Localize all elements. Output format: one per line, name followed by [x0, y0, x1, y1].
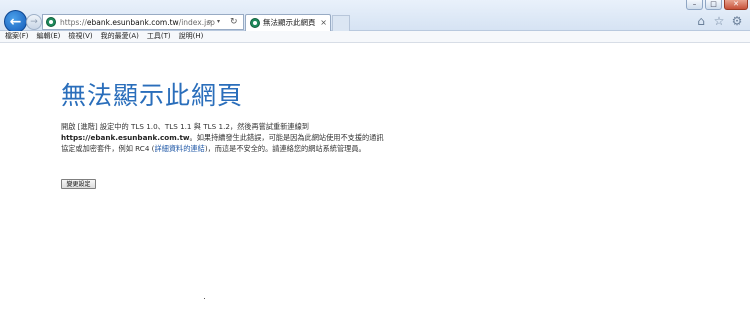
menu-file[interactable]: 檔案(F): [0, 31, 32, 42]
tab-active[interactable]: 無法顯示此網頁 ×: [245, 14, 331, 31]
menu-edit[interactable]: 編輯(E): [32, 31, 64, 42]
url-host: ebank.esunbank.com.tw: [86, 18, 179, 27]
arrow-left-icon: ←: [9, 13, 22, 30]
home-icon[interactable]: ⌂: [694, 14, 708, 28]
window-controls: – □ ✕: [686, 0, 748, 10]
address-bar[interactable]: https://ebank.esunbank.com.tw/index.jsp …: [42, 14, 244, 30]
change-settings-button[interactable]: 變更設定: [61, 179, 96, 189]
message-host: https://ebank.esunbank.com.tw: [61, 132, 190, 142]
tab-title: 無法顯示此網頁: [263, 18, 316, 27]
new-tab-button[interactable]: [332, 15, 350, 31]
site-favicon-icon: [46, 17, 56, 27]
maximize-button[interactable]: □: [705, 0, 722, 10]
url-prefix: https://: [60, 18, 87, 27]
tab-favicon-icon: [250, 18, 260, 28]
close-tab-icon[interactable]: ×: [320, 17, 327, 29]
error-message: 開啟 [進階] 設定中的 TLS 1.0、TLS 1.1 與 TLS 1.2，然…: [61, 122, 421, 154]
chevron-down-icon[interactable]: ▾: [217, 15, 220, 29]
page-title: 無法顯示此網頁: [61, 81, 244, 110]
refresh-icon[interactable]: ↻: [230, 15, 238, 29]
gear-icon[interactable]: ⚙: [730, 14, 744, 28]
menu-tools[interactable]: 工具(T): [142, 31, 174, 42]
arrow-right-icon: →: [30, 17, 38, 27]
error-page: 無法顯示此網頁 開啟 [進階] 設定中的 TLS 1.0、TLS 1.1 與 T…: [61, 80, 421, 154]
forward-button[interactable]: →: [26, 14, 42, 30]
back-button[interactable]: ←: [4, 10, 27, 33]
message-line-2: 。如果持續發生此錯誤，可能是因為此網站使用不支援的通訊: [189, 132, 384, 142]
stray-dot: [204, 298, 205, 299]
message-line-3-post: )，而這是不安全的。請連絡您的網站系統管理員。: [204, 143, 366, 153]
message-line-1: 開啟 [進階] 設定中的 TLS 1.0、TLS 1.1 與 TLS 1.2，然…: [61, 122, 309, 131]
star-icon[interactable]: ☆: [712, 14, 726, 28]
menu-help[interactable]: 說明(H): [174, 31, 207, 42]
menu-bar: 檔案(F) 編輯(E) 檢視(V) 我的最愛(A) 工具(T) 說明(H): [0, 31, 750, 43]
toolbar-icons: ⌂ ☆ ⚙: [694, 14, 744, 28]
details-link[interactable]: 詳細資料的連結: [154, 144, 204, 153]
minimize-button[interactable]: –: [686, 0, 703, 10]
url-text[interactable]: https://ebank.esunbank.com.tw/index.jsp: [60, 16, 215, 29]
menu-favorites[interactable]: 我的最愛(A): [96, 31, 142, 42]
menu-view[interactable]: 檢視(V): [63, 31, 95, 42]
browser-chrome: – □ ✕ ← → https://ebank.esunbank.com.tw/…: [0, 0, 750, 33]
message-line-3-pre: 協定或加密套件，例如 RC4 (: [61, 143, 155, 153]
close-button[interactable]: ✕: [724, 0, 748, 10]
search-icon[interactable]: ⌕: [207, 15, 212, 29]
